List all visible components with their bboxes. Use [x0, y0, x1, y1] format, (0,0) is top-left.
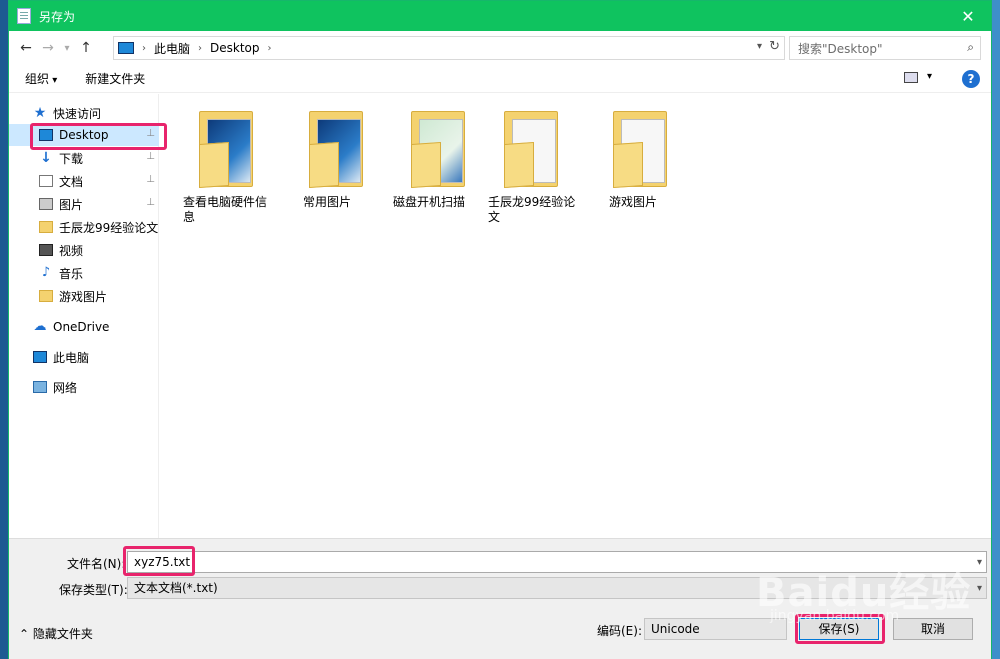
highlight-box-filename — [123, 546, 195, 576]
organize-button[interactable]: 组织 — [25, 70, 57, 87]
up-button[interactable]: ↑ — [75, 36, 97, 60]
sidebar-item-label: 快速访问 — [53, 106, 102, 121]
navigation-row: ← → ▾ ↑ › 此电脑 › Desktop › ▾ ↻ 搜索"Desktop… — [9, 32, 991, 64]
title-bar[interactable]: 另存为 ✕ — [9, 1, 991, 31]
folder-name-cont: 文 — [488, 210, 501, 224]
sidebar-item-videos[interactable]: 视频 — [9, 239, 159, 261]
sidebar-item-this-pc[interactable]: 此电脑 — [9, 346, 159, 368]
search-placeholder: 搜索"Desktop" — [798, 41, 883, 56]
sidebar-item-label: 下载 — [59, 151, 84, 166]
forward-button[interactable]: → — [37, 36, 59, 60]
folder-name: 壬辰龙99经验论 — [488, 195, 576, 209]
chevron-down-icon[interactable]: ▾ — [927, 71, 932, 82]
folder-name-cont: 息 — [183, 210, 196, 224]
back-button[interactable]: ← — [15, 36, 37, 60]
sidebar-item-documents[interactable]: 文档 ⊥ — [9, 170, 159, 192]
folder-thumbnail-icon — [305, 109, 365, 189]
sidebar-item-network[interactable]: 网络 — [9, 376, 159, 398]
encoding-label: 编码(E): — [597, 624, 642, 638]
address-bar[interactable]: › 此电脑 › Desktop › ▾ ↻ — [113, 36, 785, 60]
sidebar-item-label: 游戏图片 — [59, 289, 108, 304]
folder-item[interactable]: 常用图片 — [285, 109, 385, 210]
sidebar-item-label: 网络 — [53, 380, 78, 395]
chevron-right-icon: › — [142, 42, 146, 54]
sidebar-item-music[interactable]: ♪ 音乐 — [9, 262, 159, 284]
folder-name: 查看电脑硬件信 — [183, 195, 268, 209]
folder-name: 磁盘开机扫描 — [393, 195, 466, 209]
sidebar-item-folder-rcl99[interactable]: 壬辰龙99经验论文 — [9, 216, 159, 238]
pin-icon[interactable]: ⊥ — [146, 151, 155, 162]
chevron-down-icon[interactable]: ▾ — [757, 41, 762, 52]
computer-icon — [33, 351, 47, 363]
pin-icon[interactable]: ⊥ — [146, 197, 155, 208]
chevron-down-icon[interactable]: ▾ — [977, 553, 982, 573]
chevron-down-icon[interactable]: ▾ — [977, 579, 982, 599]
pin-icon[interactable]: ⊥ — [146, 174, 155, 185]
star-icon: ★ — [33, 105, 47, 121]
download-icon: ↓ — [40, 150, 52, 166]
recent-locations-button[interactable]: ▾ — [59, 36, 75, 60]
sidebar-item-label: 壬辰龙99经验论文 — [59, 220, 159, 235]
notepad-icon — [17, 8, 31, 24]
baidu-watermark-url: jingyan.baidu.com — [770, 608, 900, 624]
filetype-label: 保存类型(T): — [59, 583, 128, 597]
music-icon: ♪ — [41, 265, 51, 280]
folder-name: 常用图片 — [303, 195, 352, 209]
filename-label: 文件名(N): — [67, 557, 126, 571]
folder-item[interactable]: 壬辰龙99经验论文 — [480, 109, 580, 225]
new-folder-button[interactable]: 新建文件夹 — [85, 70, 145, 87]
folder-thumbnail-icon — [195, 109, 255, 189]
chevron-right-icon: › — [267, 42, 272, 54]
sidebar-item-label: 此电脑 — [53, 350, 90, 365]
onedrive-icon: ☁ — [33, 319, 47, 334]
highlight-box-desktop — [30, 123, 167, 150]
help-button[interactable]: ? — [962, 70, 980, 88]
sidebar-item-label: 文档 — [59, 174, 84, 189]
pictures-icon — [39, 198, 53, 210]
folder-thumbnail-icon — [609, 109, 669, 189]
search-icon[interactable]: ⌕ — [967, 40, 974, 55]
hide-folders-label: 隐藏文件夹 — [32, 627, 93, 641]
network-icon — [33, 381, 47, 393]
hide-folders-button[interactable]: ⌃ 隐藏文件夹 — [19, 625, 93, 642]
sidebar-item-label: 视频 — [59, 243, 84, 258]
video-icon — [39, 244, 53, 256]
folder-thumbnail-icon — [407, 109, 467, 189]
refresh-button[interactable]: ↻ — [769, 39, 780, 54]
filetype-value: 文本文档(*.txt) — [134, 581, 218, 595]
folder-item[interactable]: 查看电脑硬件信息 — [175, 109, 275, 225]
folder-name: 游戏图片 — [609, 195, 658, 209]
sidebar-item-quick-access[interactable]: ★ 快速访问 — [9, 102, 159, 124]
encoding-value: Unicode — [651, 622, 700, 636]
sidebar-item-onedrive[interactable]: ☁ OneDrive — [9, 316, 159, 338]
sidebar-item-label: 音乐 — [59, 266, 84, 281]
sidebar-item-label: 图片 — [59, 197, 84, 212]
cancel-button[interactable]: 取消 — [893, 618, 973, 640]
chevron-up-icon: ⌃ — [19, 627, 33, 641]
sidebar-item-downloads[interactable]: ↓ 下载 ⊥ — [9, 147, 159, 169]
search-input[interactable]: 搜索"Desktop" ⌕ — [789, 36, 981, 60]
document-icon — [39, 175, 53, 187]
window-title: 另存为 — [39, 9, 76, 24]
sidebar-item-label: OneDrive — [53, 320, 110, 334]
command-bar: 组织 新建文件夹 ▾ ? — [9, 65, 991, 93]
close-button[interactable]: ✕ — [945, 1, 991, 31]
breadcrumb-this-pc[interactable]: 此电脑 — [154, 40, 190, 57]
navigation-pane: ★ 快速访问 Desktop ⊥ ↓ 下载 ⊥ 文档 ⊥ 图片 ⊥ 壬辰龙99经… — [9, 94, 167, 538]
folder-icon — [39, 221, 53, 233]
view-options-icon[interactable] — [904, 72, 918, 83]
folder-item[interactable]: 游戏图片 — [589, 109, 689, 210]
breadcrumb-desktop[interactable]: Desktop — [210, 41, 260, 55]
folder-thumbnail-icon — [500, 109, 560, 189]
chevron-right-icon: › — [198, 42, 203, 54]
encoding-select[interactable]: Unicode — [644, 618, 787, 640]
sidebar-item-pictures[interactable]: 图片 ⊥ — [9, 193, 159, 215]
computer-icon — [118, 42, 134, 54]
folder-item[interactable]: 磁盘开机扫描 — [387, 109, 487, 210]
sidebar-item-game-pictures[interactable]: 游戏图片 — [9, 285, 159, 307]
folder-icon — [39, 290, 53, 302]
